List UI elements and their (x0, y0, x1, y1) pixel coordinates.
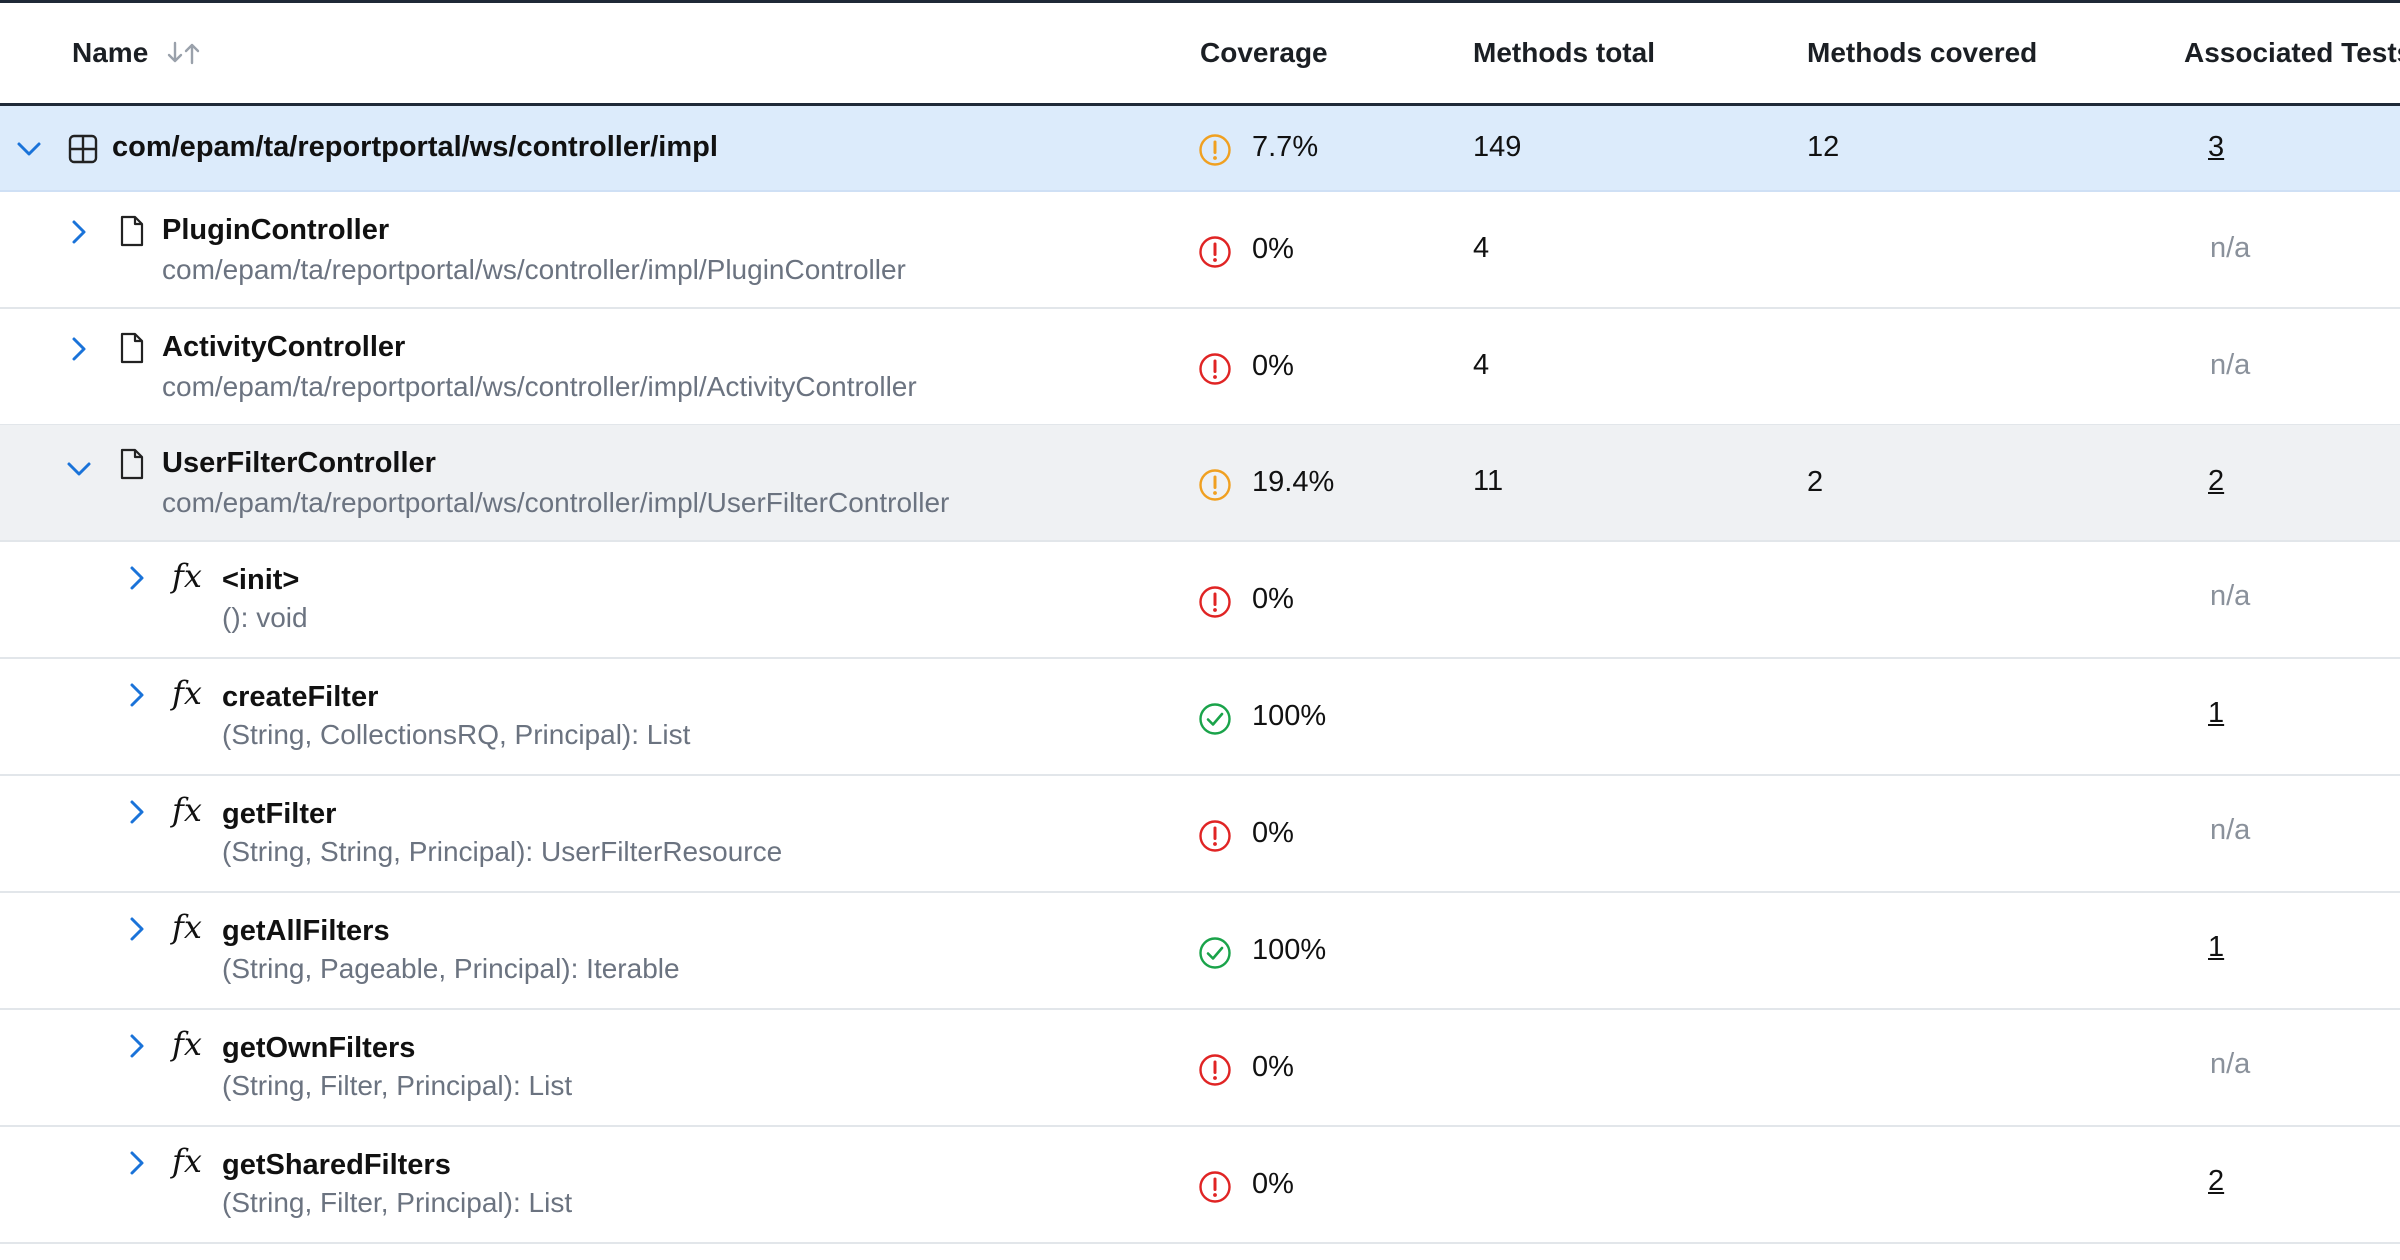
function-icon: fx (172, 908, 202, 946)
tests-na: n/a (2210, 349, 2251, 381)
coverage-value: 100% (1252, 700, 1327, 732)
chevron-right-icon[interactable] (122, 797, 152, 827)
chevron-right-icon[interactable] (122, 680, 152, 710)
function-icon: fx (172, 674, 202, 712)
column-header-associated-tests[interactable]: Associated Tests (2184, 37, 2400, 69)
associated-tests-link[interactable]: 3 (2208, 131, 2224, 164)
methods-covered-value: 12 (1807, 131, 1840, 163)
coverage-table: Name Coverage Methods total Methods cove… (0, 0, 2400, 1260)
associated-tests-link[interactable]: 1 (2208, 931, 2224, 964)
error-circle-icon (1199, 1171, 1231, 1203)
coverage-value: 0% (1252, 350, 1294, 382)
file-icon (120, 448, 144, 480)
tests-na: n/a (2210, 232, 2251, 264)
class-name: PluginController (162, 214, 390, 246)
package-name: com/epam/ta/reportportal/ws/controller/i… (112, 131, 718, 163)
method-name: getOwnFilters (222, 1032, 416, 1064)
method-signature: (String, Filter, Principal): List (222, 1070, 573, 1101)
chevron-right-icon[interactable] (64, 217, 94, 247)
method-name: getAllFilters (222, 915, 390, 947)
check-circle-icon (1199, 703, 1231, 735)
class-name: ActivityController (162, 331, 406, 363)
coverage-value: 100% (1252, 934, 1327, 966)
file-icon (120, 215, 144, 247)
table-row-method[interactable]: fx createFilter (String, CollectionsRQ, Pr… (0, 659, 2400, 776)
method-name: <init> (222, 564, 300, 596)
chevron-right-icon[interactable] (122, 563, 152, 593)
tests-na: n/a (2210, 814, 2251, 846)
file-icon (120, 332, 144, 364)
class-path: com/epam/ta/reportportal/ws/controller/i… (162, 371, 917, 402)
coverage-value: 0% (1252, 233, 1294, 265)
tests-na: n/a (2210, 1048, 2251, 1080)
chevron-right-icon[interactable] (64, 334, 94, 364)
method-name: getSharedFilters (222, 1149, 451, 1181)
coverage-value: 0% (1252, 583, 1294, 615)
table-row-method[interactable]: fx getOwnFilters (String, Filter, Principa… (0, 1010, 2400, 1127)
chevron-down-icon[interactable] (14, 134, 44, 164)
table-row-method[interactable]: fx getAllFilters (String, Pageable, Princi… (0, 893, 2400, 1010)
error-circle-icon (1199, 236, 1231, 268)
associated-tests-link[interactable]: 1 (2208, 697, 2224, 730)
table-row-package[interactable]: com/epam/ta/reportportal/ws/controller/i… (0, 106, 2400, 192)
coverage-value: 0% (1252, 1051, 1294, 1083)
class-name: UserFilterController (162, 447, 436, 479)
coverage-value: 0% (1252, 817, 1294, 849)
column-header-methods-total[interactable]: Methods total (1473, 37, 1655, 69)
warning-circle-icon (1199, 134, 1231, 166)
error-circle-icon (1199, 1054, 1231, 1086)
column-header-name[interactable]: Name (72, 37, 148, 69)
method-signature: (String, Pageable, Principal): Iterable (222, 953, 680, 984)
table-row-method[interactable]: fx <init> (): void 0% n/a (0, 542, 2400, 659)
methods-covered-value: 2 (1807, 466, 1824, 498)
column-header-coverage[interactable]: Coverage (1200, 37, 1328, 69)
error-circle-icon (1199, 353, 1231, 385)
table-row-class[interactable]: ActivityController com/epam/ta/reportport… (0, 309, 2400, 426)
methods-total-value: 11 (1473, 465, 1504, 497)
associated-tests-link[interactable]: 2 (2208, 465, 2224, 498)
method-signature: (String, CollectionsRQ, Principal): List (222, 719, 691, 750)
associated-tests-link[interactable]: 2 (2208, 1165, 2224, 1198)
method-signature: (String, String, Principal): UserFilterR… (222, 836, 783, 867)
check-circle-icon (1199, 937, 1231, 969)
method-name: createFilter (222, 681, 379, 713)
methods-total-value: 4 (1473, 349, 1490, 381)
coverage-value: 19.4% (1252, 466, 1335, 498)
table-header: Name Coverage Methods total Methods cove… (0, 3, 2400, 106)
chevron-down-icon[interactable] (64, 454, 94, 484)
table-row-class[interactable]: PluginController com/epam/ta/reportportal… (0, 192, 2400, 309)
function-icon: fx (172, 1142, 202, 1180)
column-header-methods-covered[interactable]: Methods covered (1807, 37, 2037, 69)
method-signature: (): void (222, 602, 308, 633)
package-icon (68, 134, 98, 164)
error-circle-icon (1199, 820, 1231, 852)
function-icon: fx (172, 1025, 202, 1063)
methods-total-value: 4 (1473, 232, 1490, 264)
function-icon: fx (172, 557, 202, 595)
sort-icon[interactable] (166, 40, 202, 66)
function-icon: fx (172, 791, 202, 829)
method-name: getFilter (222, 798, 337, 830)
method-signature: (String, Filter, Principal): List (222, 1187, 573, 1218)
table-row-method[interactable]: fx getFilter (String, String, Principal): … (0, 776, 2400, 893)
class-path: com/epam/ta/reportportal/ws/controller/i… (162, 254, 906, 285)
methods-total-value: 149 (1473, 131, 1522, 163)
tests-na: n/a (2210, 580, 2251, 612)
chevron-right-icon[interactable] (122, 1031, 152, 1061)
warning-circle-icon (1199, 469, 1231, 501)
error-circle-icon (1199, 586, 1231, 618)
table-row-class[interactable]: UserFilterController com/epam/ta/reportpo… (0, 425, 2400, 542)
coverage-value: 0% (1252, 1168, 1294, 1200)
coverage-value: 7.7% (1252, 131, 1319, 163)
chevron-right-icon[interactable] (122, 1148, 152, 1178)
table-row-method[interactable]: fx getSharedFilters (String, Filter, Princ… (0, 1127, 2400, 1244)
class-path: com/epam/ta/reportportal/ws/controller/i… (162, 487, 950, 518)
chevron-right-icon[interactable] (122, 914, 152, 944)
